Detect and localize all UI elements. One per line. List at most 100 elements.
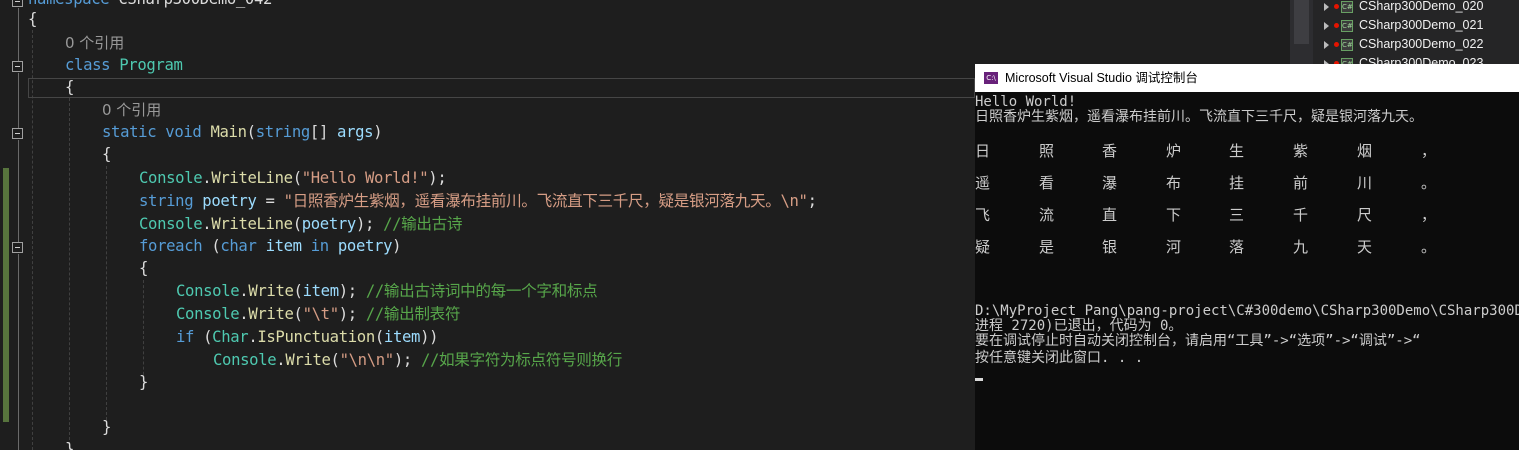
code-line-stmt6[interactable]: Console.Write("\n\n"); //如果字符为标点符号则换行 — [28, 349, 622, 371]
code-token: char — [220, 237, 257, 255]
code-token: = — [256, 192, 284, 210]
expand-arrow-icon[interactable] — [1324, 2, 1329, 11]
fold-toggle-class-icon[interactable] — [12, 61, 23, 72]
code-line-class-open[interactable]: { — [28, 76, 74, 98]
console-grid-char: 天 — [1357, 238, 1373, 256]
code-editor[interactable]: namespace CSharp300Demo_042{0 个引用class P… — [0, 0, 975, 450]
console-grid-char: 紫 — [1293, 142, 1309, 160]
code-token: ); — [428, 169, 447, 187]
solution-scrollbar[interactable] — [1290, 0, 1313, 64]
console-grid-char: 落 — [1229, 238, 1245, 256]
code-line-lens-class[interactable]: 0 个引用 — [28, 32, 124, 54]
console-cursor — [975, 378, 983, 381]
code-token: { — [102, 145, 112, 163]
code-token: class — [65, 56, 111, 74]
code-token: string — [139, 192, 194, 210]
console-grid-char: 尺 — [1357, 206, 1373, 224]
scrollbar-thumb[interactable] — [1294, 0, 1309, 44]
solution-item-csharp300demo-020[interactable]: C# CSharp300Demo_020 — [1324, 0, 1519, 16]
code-token: Console — [139, 169, 203, 187]
code-token: . — [239, 282, 249, 300]
console-titlebar[interactable]: C:\ Microsoft Visual Studio 调试控制台 — [975, 64, 1519, 92]
code-token: args — [337, 123, 374, 141]
console-grid-char: 疑 — [975, 238, 991, 256]
code-token: Program — [119, 56, 183, 74]
console-grid-char: 飞 — [975, 206, 991, 224]
code-line-main-open[interactable]: { — [28, 143, 111, 165]
console-grid-char: 香 — [1102, 142, 1118, 160]
codelens-reference-count[interactable]: 0 个引用 — [102, 101, 161, 119]
code-line-foreach-open[interactable]: { — [28, 257, 148, 279]
console-title: Microsoft Visual Studio 调试控制台 — [1005, 71, 1198, 85]
code-token: ); — [338, 282, 366, 300]
console-grid-char: 生 — [1229, 142, 1245, 160]
fold-toggle-namespace-icon[interactable] — [12, 0, 23, 7]
code-token: item — [302, 282, 340, 300]
code-token: //如果字符为标点符号则换行 — [420, 351, 622, 369]
console-output-line: 按任意键关闭此窗口. . . — [975, 350, 1144, 366]
code-token: } — [65, 440, 75, 450]
code-line-class[interactable]: class Program — [28, 54, 183, 76]
code-token: ( — [194, 328, 213, 346]
current-line-highlight — [28, 78, 975, 98]
expand-arrow-icon[interactable] — [1324, 21, 1329, 30]
console-grid-char: 是 — [1039, 238, 1055, 256]
code-line-stmt4[interactable]: Console.Write(item); //输出古诗词中的每一个字和标点 — [28, 280, 598, 302]
solution-item-csharp300demo-022[interactable]: C# CSharp300Demo_022 — [1324, 35, 1519, 54]
code-line-if[interactable]: if (Char.IsPunctuation(item)) — [28, 326, 438, 348]
code-line-ns-open[interactable]: { — [28, 8, 37, 30]
code-line-stmt1[interactable]: Console.WriteLine("Hello World!"); — [28, 167, 447, 189]
solution-item-csharp300demo-023[interactable]: C# CSharp300Demo_023 — [1324, 54, 1519, 64]
code-token: Console — [139, 215, 203, 233]
code-token: ( — [292, 169, 302, 187]
code-token: . — [202, 169, 212, 187]
console-grid-char: 直 — [1102, 206, 1118, 224]
code-line-namespace[interactable]: namespace CSharp300Demo_042 — [28, 0, 272, 10]
code-line-foreach[interactable]: foreach (char item in poetry) — [28, 235, 402, 257]
console-grid-char: 挂 — [1229, 174, 1245, 192]
code-token: ( — [293, 305, 303, 323]
code-token: { — [65, 78, 75, 96]
visual-studio-icon: C:\ — [984, 72, 998, 84]
expand-arrow-icon[interactable] — [1324, 40, 1329, 49]
code-token: item — [265, 237, 303, 255]
code-token: //输出制表符 — [365, 305, 461, 323]
fold-toggle-main-icon[interactable] — [12, 128, 23, 139]
code-line-stmt3[interactable]: Console.WriteLine(poetry); //输出古诗 — [28, 213, 463, 235]
code-line-stmt5[interactable]: Console.Write("\t"); //输出制表符 — [28, 303, 461, 325]
code-token: //输出古诗词中的每一个字和标点 — [365, 282, 598, 300]
code-line-class-close[interactable]: } — [28, 438, 74, 450]
console-grid-char: 布 — [1166, 174, 1182, 192]
code-token: ); — [393, 351, 421, 369]
code-token: IsPunctuation — [257, 328, 375, 346]
code-token: foreach — [139, 237, 203, 255]
code-line-main-close[interactable]: } — [28, 416, 111, 438]
code-token: Console — [176, 305, 240, 323]
solution-item-csharp300demo-021[interactable]: C# CSharp300Demo_021 — [1324, 16, 1519, 35]
code-line-stmt2[interactable]: string poetry = "日照香炉生紫烟，遥看瀑布挂前川。飞流直下三千尺… — [28, 190, 817, 212]
code-line-foreach-close[interactable]: } — [28, 371, 148, 393]
console-grid-char: 。 — [1421, 174, 1437, 192]
code-line-lens-main[interactable]: 0 个引用 — [28, 99, 161, 121]
console-output-line: 要在调试停止时自动关闭控制台，请启用“工具”->“选项”->“调试”->“ — [975, 333, 1421, 349]
code-token: item — [383, 328, 421, 346]
code-token: poetry — [202, 192, 257, 210]
fold-toggle-foreach-icon[interactable] — [12, 242, 23, 253]
code-token: in — [310, 237, 329, 255]
code-token: . — [239, 305, 249, 323]
code-token: "Hello World!" — [301, 169, 429, 187]
code-token: } — [102, 418, 112, 436]
csharp-project-icon: C# — [1341, 19, 1353, 32]
code-token: ); — [355, 215, 384, 233]
codelens-reference-count[interactable]: 0 个引用 — [65, 34, 124, 52]
code-token: )) — [420, 328, 439, 346]
code-line-main[interactable]: static void Main(string[] args) — [28, 121, 383, 143]
console-grid-char: 照 — [1039, 142, 1055, 160]
code-token: } — [139, 373, 149, 391]
debug-console-window[interactable]: C:\ Microsoft Visual Studio 调试控制台 Hello … — [975, 64, 1519, 450]
solution-explorer[interactable]: C# CSharp300Demo_020 C# CSharp300Demo_021 … — [1290, 0, 1519, 64]
code-token: ( — [330, 351, 340, 369]
code-token: poetry — [301, 215, 357, 233]
